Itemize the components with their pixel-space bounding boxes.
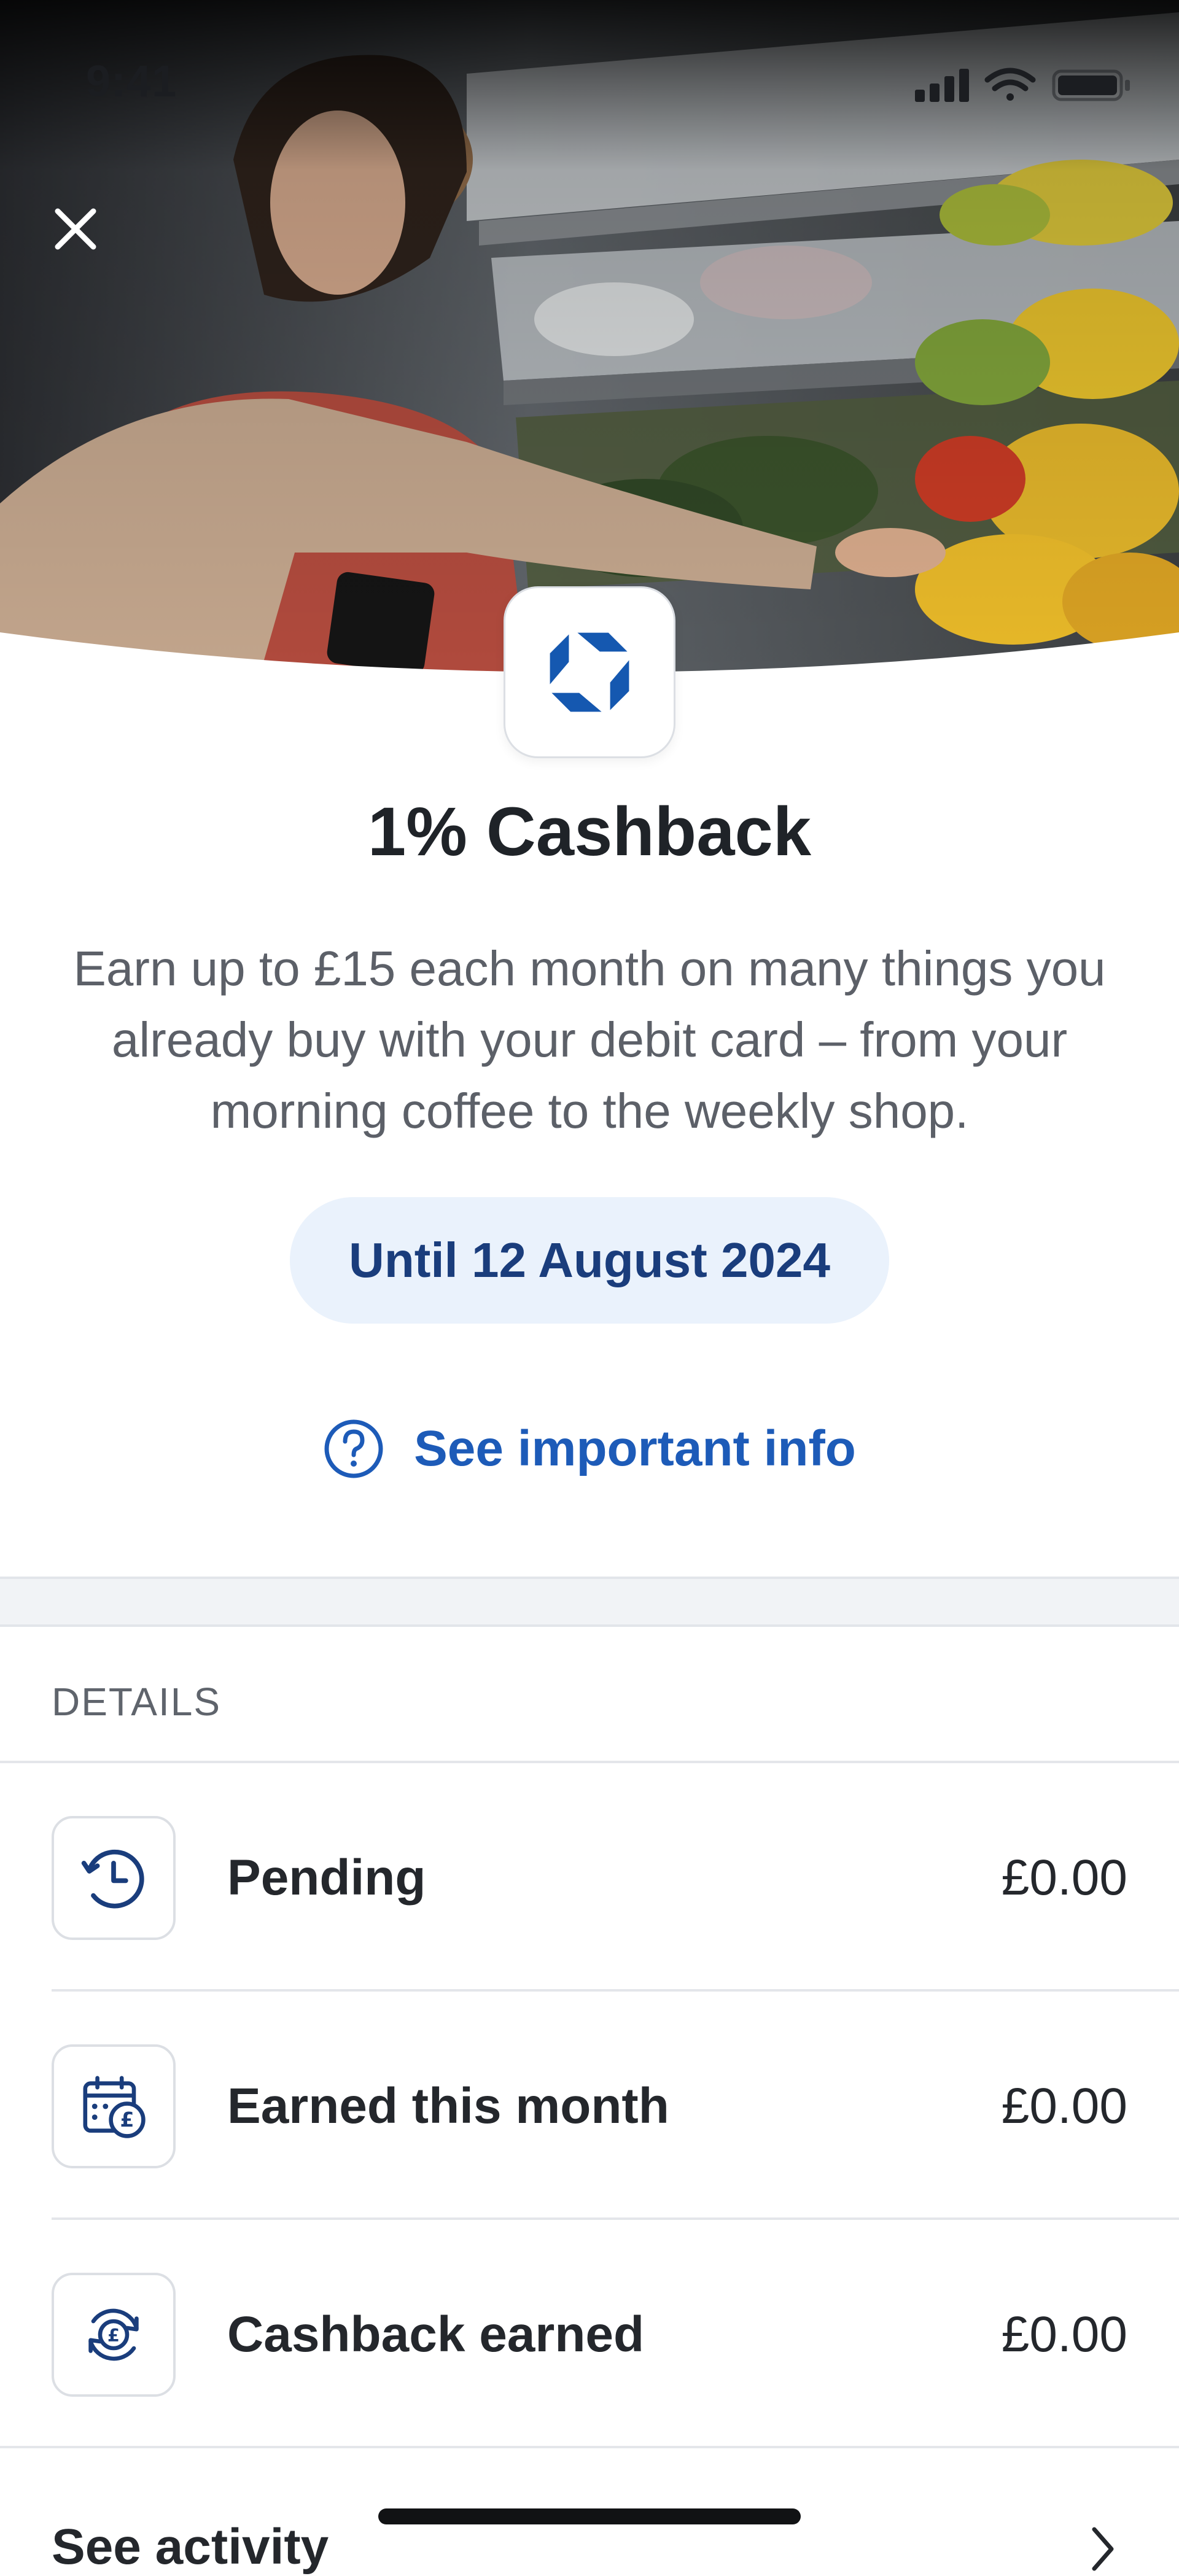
pending-value: £0.00: [1001, 1850, 1127, 1906]
earned-this-month-label: Earned this month: [227, 2078, 669, 2134]
see-important-info-link[interactable]: See important info: [0, 1415, 1179, 1483]
svg-text:£: £: [107, 2325, 120, 2346]
valid-until-badge: Until 12 August 2024: [290, 1197, 889, 1324]
offer-description: Earn up to £15 each month on many things…: [73, 941, 1106, 1138]
earned-this-month-value: £0.00: [1001, 2078, 1127, 2134]
clock-icon: [81, 1849, 144, 1909]
offer-title: 1% Cashback: [367, 793, 812, 870]
detail-row-cashback-earned: £ Cashback earned £0.00: [0, 2220, 1179, 2448]
details-header: DETAILS: [52, 1680, 221, 1724]
pound-cycle-icon: £: [88, 2308, 139, 2361]
see-activity-label: See activity: [52, 2519, 329, 2575]
see-activity-row[interactable]: See activity: [0, 2451, 1179, 2575]
detail-row-pending: Pending £0.00: [0, 1763, 1179, 1992]
question-circle-icon: [324, 1419, 383, 1478]
chevron-right-icon: [1092, 2527, 1114, 2571]
status-bar: 9:41: [0, 0, 1179, 106]
cashback-earned-value: £0.00: [1001, 2306, 1127, 2362]
cashback-earned-icon-tile: £: [52, 2273, 176, 2397]
close-button[interactable]: [49, 203, 102, 255]
battery-icon: [1052, 69, 1130, 101]
svg-text:£: £: [120, 2108, 134, 2132]
wifi-icon: [984, 68, 1036, 101]
status-icons: [915, 66, 1136, 106]
calendar-pound-icon: £: [83, 2076, 146, 2138]
cellular-signal-icon: [915, 69, 969, 102]
brand-logo-tile: [504, 586, 675, 758]
chase-octagon-logo-icon: [550, 632, 629, 712]
cashback-earned-label: Cashback earned: [227, 2306, 645, 2362]
detail-row-earned-this-month: £ Earned this month £0.00: [0, 1992, 1179, 2220]
see-important-info-label: See important info: [414, 1421, 856, 1476]
row-divider: [0, 2446, 1179, 2448]
section-divider: [0, 1577, 1179, 1627]
earned-month-icon-tile: £: [52, 2044, 176, 2168]
home-indicator[interactable]: [378, 2508, 801, 2524]
pending-icon-tile: [52, 1816, 176, 1940]
status-time: 9:41: [86, 57, 177, 106]
pending-label: Pending: [227, 1850, 426, 1906]
close-icon: [55, 208, 96, 250]
